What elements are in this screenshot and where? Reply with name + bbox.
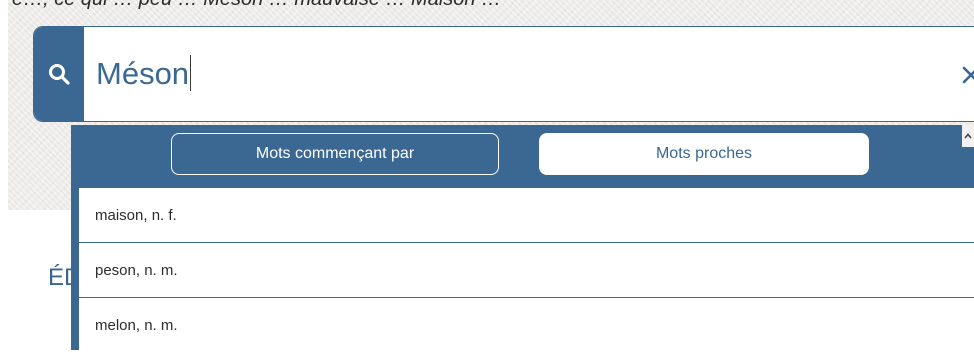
clear-search-button[interactable] [959,60,974,90]
list-item[interactable]: peson, n. m. [79,243,974,298]
search-input-value: Méson [96,56,190,91]
search-input[interactable]: Méson [96,51,192,97]
context-text: e…, ce qui … peu … Meson … mauvaise … Ma… [12,0,501,11]
close-icon [962,66,974,84]
chevron-up-icon [964,133,972,139]
dropdown-header: Mots commençant par Mots proches [79,125,974,188]
suggestions-dropdown: Mots commençant par Mots proches maison,… [71,125,974,350]
search-bar: Méson [33,26,974,122]
suggestion-list: maison, n. f. peson, n. m. melon, n. m. [79,188,974,353]
search-button[interactable] [34,27,84,121]
search-icon [49,64,70,85]
list-item[interactable]: maison, n. f. [79,188,974,243]
tab-mots-proches[interactable]: Mots proches [539,133,869,175]
scrollbar-up-button[interactable] [962,125,974,147]
text-caret [190,55,192,91]
tab-mots-commencant-par[interactable]: Mots commençant par [171,133,499,175]
